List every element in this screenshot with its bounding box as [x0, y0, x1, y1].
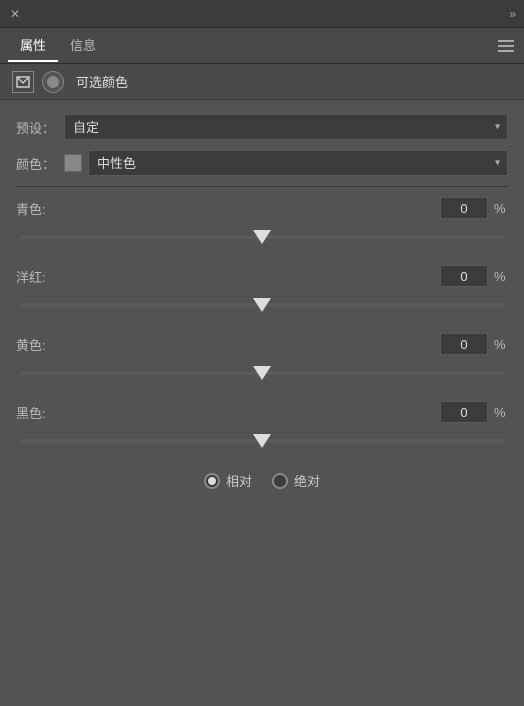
tab-info[interactable]: 信息 — [58, 29, 108, 62]
magenta-slider-section: 洋红: % — [16, 265, 508, 319]
magenta-percent-label: % — [494, 269, 508, 284]
magenta-slider-track[interactable] — [20, 303, 504, 307]
cyan-label: 青色: — [16, 199, 64, 218]
yellow-slider-thumb-wrap — [253, 366, 271, 380]
cyan-percent-label: % — [494, 201, 508, 216]
black-label: 黑色: — [16, 403, 64, 422]
absolute-radio-label: 绝对 — [294, 471, 320, 490]
cyan-slider-section: 青色: % — [16, 197, 508, 251]
black-slider-thumb-wrap — [253, 434, 271, 448]
preset-select-wrap: 自定 ▾ — [64, 114, 508, 140]
relative-radio-button[interactable] — [204, 473, 220, 489]
cyan-top-row: 青色: % — [16, 197, 508, 219]
magenta-slider-thumb[interactable] — [253, 298, 271, 312]
preset-label: 预设： — [16, 118, 64, 137]
black-top-row: 黑色: % — [16, 401, 508, 423]
color-row: 颜色： 中性色 红色 黄色 绿色 青色 蓝色 洋红色 白色 黑色 ▾ — [16, 150, 508, 176]
yellow-percent-label: % — [494, 337, 508, 352]
magenta-label: 洋红: — [16, 267, 64, 286]
layer-type-icon[interactable] — [12, 71, 34, 93]
panel-menu-button[interactable] — [498, 40, 514, 52]
top-bar-left: ✕ — [8, 7, 22, 21]
yellow-value-input[interactable] — [440, 333, 488, 355]
yellow-slider-thumb[interactable] — [253, 366, 271, 380]
black-slider-section: 黑色: % — [16, 401, 508, 455]
adjustment-icon[interactable] — [42, 71, 64, 93]
cyan-slider-thumb-wrap — [253, 230, 271, 244]
top-bar: ✕ » — [0, 0, 524, 28]
cyan-slider-thumb[interactable] — [253, 230, 271, 244]
yellow-label: 黄色: — [16, 335, 64, 354]
tab-properties[interactable]: 属性 — [8, 29, 58, 62]
panel-header: 可选颜色 — [0, 64, 524, 100]
color-select[interactable]: 中性色 红色 黄色 绿色 青色 蓝色 洋红色 白色 黑色 — [88, 150, 508, 176]
cyan-slider-track-wrap — [16, 223, 508, 251]
tab-bar: 属性 信息 — [0, 28, 524, 64]
method-radio-row: 相对 绝对 — [16, 471, 508, 490]
magenta-slider-thumb-wrap — [253, 298, 271, 312]
inner-circle — [47, 76, 59, 88]
close-icon: ✕ — [10, 7, 20, 21]
relative-radio-dot — [208, 477, 216, 485]
absolute-radio-item[interactable]: 绝对 — [272, 471, 320, 490]
cyan-value-input[interactable] — [440, 197, 488, 219]
panel-title: 可选颜色 — [76, 72, 128, 91]
envelope-icon — [16, 75, 30, 89]
black-value-input[interactable] — [440, 401, 488, 423]
absolute-radio-button[interactable] — [272, 473, 288, 489]
color-label: 颜色： — [16, 154, 64, 173]
yellow-slider-section: 黄色: % — [16, 333, 508, 387]
magenta-slider-track-wrap — [16, 291, 508, 319]
yellow-top-row: 黄色: % — [16, 333, 508, 355]
color-swatch — [64, 154, 82, 172]
yellow-slider-track[interactable] — [20, 371, 504, 375]
close-button[interactable]: ✕ — [8, 7, 22, 21]
cyan-slider-track[interactable] — [20, 235, 504, 239]
divider-1 — [16, 186, 508, 187]
yellow-slider-track-wrap — [16, 359, 508, 387]
black-slider-track-wrap — [16, 427, 508, 455]
black-slider-track[interactable] — [20, 439, 504, 443]
black-percent-label: % — [494, 405, 508, 420]
top-bar-right: » — [509, 7, 516, 21]
black-slider-thumb[interactable] — [253, 434, 271, 448]
relative-radio-item[interactable]: 相对 — [204, 471, 252, 490]
preset-select[interactable]: 自定 — [64, 114, 508, 140]
relative-radio-label: 相对 — [226, 471, 252, 490]
magenta-top-row: 洋红: % — [16, 265, 508, 287]
collapse-icon[interactable]: » — [509, 7, 516, 21]
color-select-wrap: 中性色 红色 黄色 绿色 青色 蓝色 洋红色 白色 黑色 ▾ — [64, 150, 508, 176]
magenta-value-input[interactable] — [440, 265, 488, 287]
content-area: 预设： 自定 ▾ 颜色： 中性色 红色 黄色 绿色 青色 蓝色 洋红色 白色 黑… — [0, 100, 524, 506]
preset-row: 预设： 自定 ▾ — [16, 114, 508, 140]
